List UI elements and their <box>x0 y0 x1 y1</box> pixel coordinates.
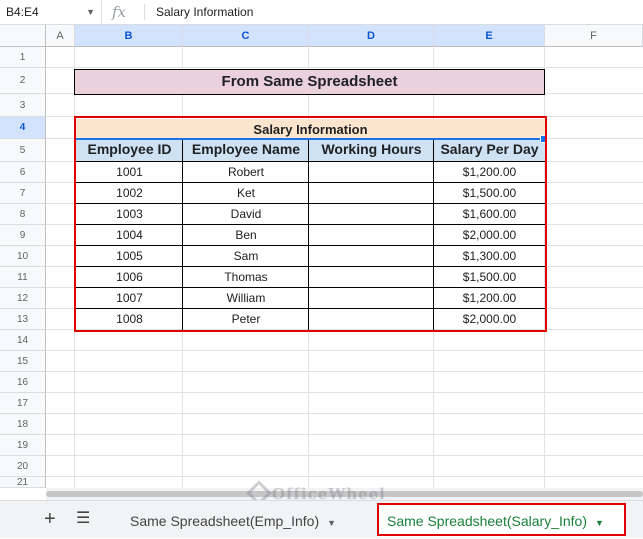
tab-emp-info[interactable]: Same Spreadsheet(Emp_Info) ▼ <box>122 505 344 537</box>
row-header-4[interactable]: 4 <box>0 117 46 139</box>
row-header-7[interactable]: 7 <box>0 183 46 204</box>
row-header-2[interactable]: 2 <box>0 68 46 94</box>
row-header-19[interactable]: 19 <box>0 435 46 456</box>
grid-line <box>46 434 643 435</box>
grid-line <box>46 476 643 477</box>
row-header-8[interactable]: 8 <box>0 204 46 225</box>
chevron-down-icon[interactable]: ▼ <box>86 0 95 24</box>
row-header-1[interactable]: 1 <box>0 47 46 68</box>
grid-line <box>46 371 643 372</box>
grid-line <box>46 392 643 393</box>
column-header-a[interactable]: A <box>46 25 75 47</box>
row-header-3[interactable]: 3 <box>0 94 46 117</box>
column-header-c[interactable]: C <box>183 25 309 47</box>
row-header-13[interactable]: 13 <box>0 309 46 330</box>
row-header-17[interactable]: 17 <box>0 393 46 414</box>
row-header-16[interactable]: 16 <box>0 372 46 393</box>
tab-highlight-box <box>377 503 626 536</box>
formula-divider <box>144 4 145 20</box>
tab-label: Same Spreadsheet(Emp_Info) <box>130 513 320 529</box>
sheet-title[interactable]: From Same Spreadsheet <box>74 69 545 95</box>
row-header-20[interactable]: 20 <box>0 456 46 477</box>
name-box-value: B4:E4 <box>6 5 39 19</box>
row-header-18[interactable]: 18 <box>0 414 46 435</box>
formula-bar: B4:E4 ▼ fx Salary Information <box>0 0 643 25</box>
name-box[interactable]: B4:E4 ▼ <box>0 0 102 24</box>
row-header-5[interactable]: 5 <box>0 139 46 162</box>
column-header-b[interactable]: B <box>75 25 183 47</box>
row-header-11[interactable]: 11 <box>0 267 46 288</box>
row-header-6[interactable]: 6 <box>0 162 46 183</box>
grid-line <box>46 413 643 414</box>
row-header-12[interactable]: 12 <box>0 288 46 309</box>
formula-input[interactable]: Salary Information <box>156 0 253 24</box>
table-highlight-box <box>74 116 547 332</box>
column-header-d[interactable]: D <box>309 25 434 47</box>
column-header-e[interactable]: E <box>434 25 545 47</box>
grid-line <box>46 455 643 456</box>
all-sheets-menu-icon[interactable]: ☰ <box>76 509 90 529</box>
row-header-9[interactable]: 9 <box>0 225 46 246</box>
add-sheet-icon[interactable]: + <box>44 507 56 531</box>
select-all-corner[interactable] <box>0 25 46 47</box>
row-header-10[interactable]: 10 <box>0 246 46 267</box>
grid-line <box>46 67 643 68</box>
row-header-21[interactable]: 21 <box>0 477 46 488</box>
column-header-f[interactable]: F <box>545 25 643 47</box>
chevron-down-icon[interactable]: ▼ <box>327 518 336 528</box>
row-header-15[interactable]: 15 <box>0 351 46 372</box>
row-header-14[interactable]: 14 <box>0 330 46 351</box>
fx-icon: fx <box>112 3 127 21</box>
grid-line <box>46 350 643 351</box>
